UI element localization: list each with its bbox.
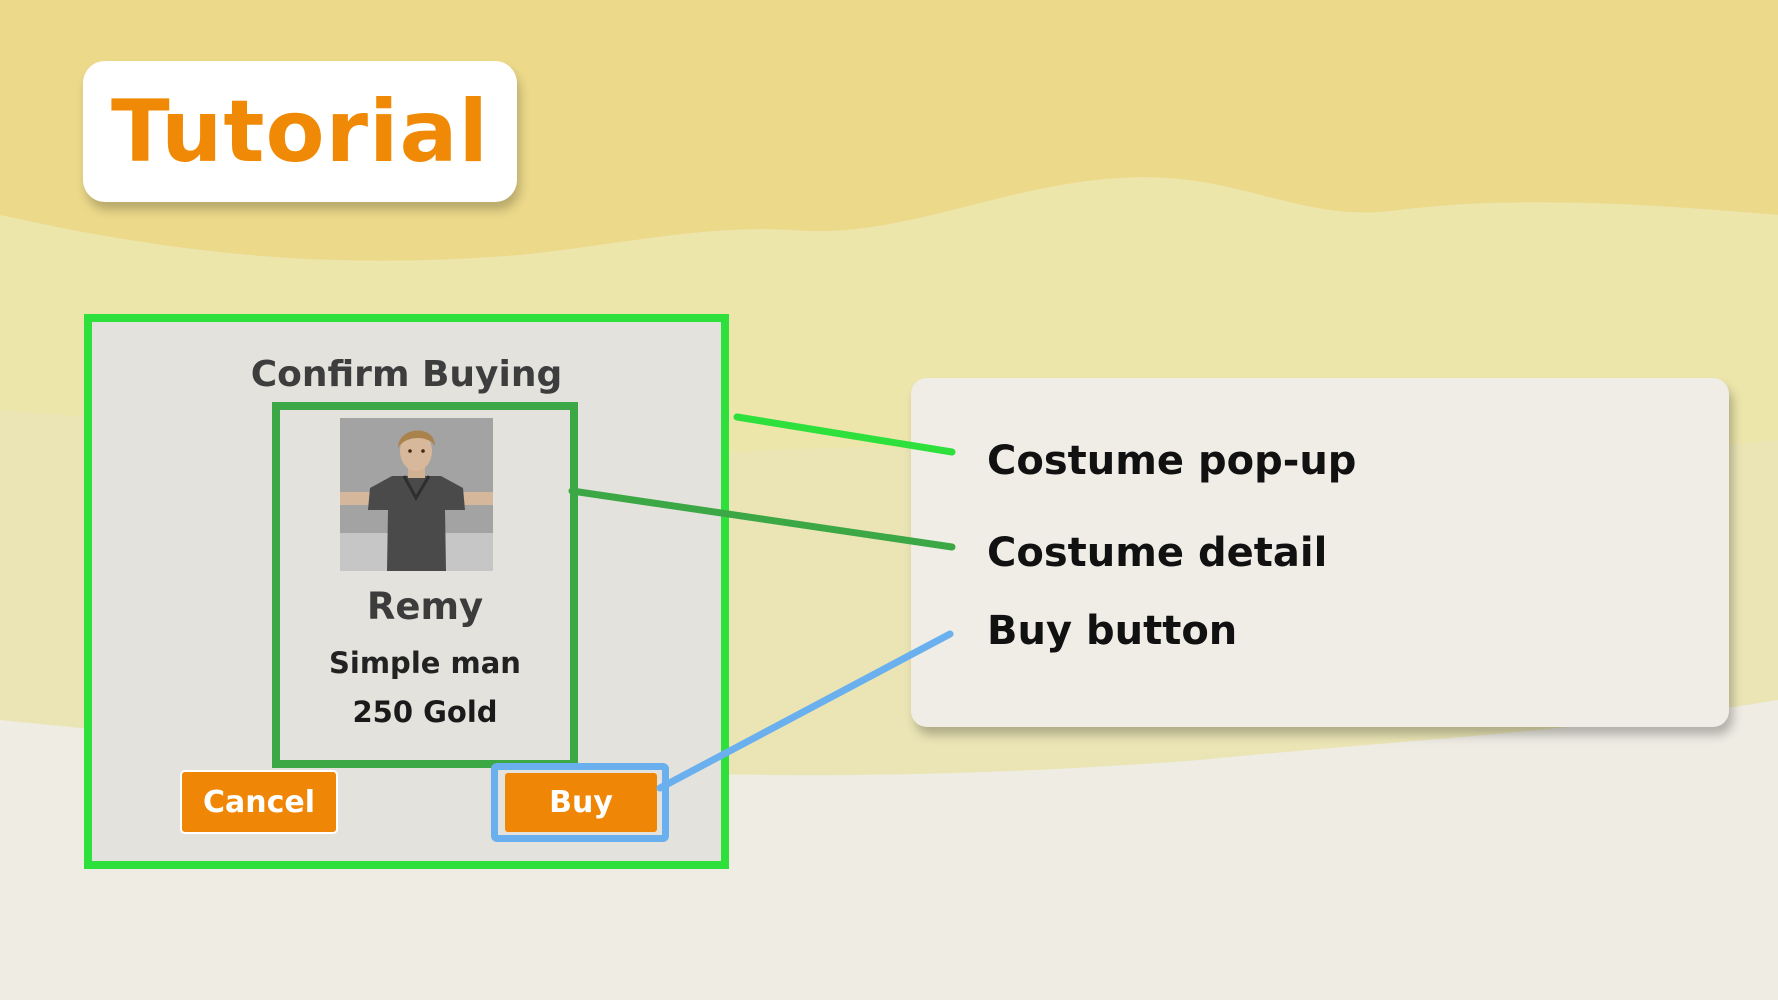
costume-price: 250 Gold xyxy=(352,695,498,729)
callout-buy-button: Buy button xyxy=(987,608,1238,654)
tutorial-title-card: Tutorial xyxy=(83,61,517,202)
cancel-button[interactable]: Cancel xyxy=(180,770,338,834)
callout-costume-popup: Costume pop-up xyxy=(987,438,1357,484)
callout-panel: Costume pop-up Costume detail Buy button xyxy=(911,378,1729,727)
tutorial-title: Tutorial xyxy=(110,81,490,182)
callout-costume-detail: Costume detail xyxy=(987,530,1328,576)
buy-button-highlight: Buy xyxy=(491,763,669,842)
costume-detail: Remy Simple man 250 Gold xyxy=(272,402,578,768)
costume-description: Simple man xyxy=(329,646,521,680)
buy-button[interactable]: Buy xyxy=(505,773,657,832)
costume-popup: Confirm Buying Remy Simple man 250 Gold … xyxy=(84,314,729,869)
character-thumbnail-icon xyxy=(340,418,493,571)
popup-title: Confirm Buying xyxy=(250,354,563,395)
costume-name: Remy xyxy=(366,585,484,628)
